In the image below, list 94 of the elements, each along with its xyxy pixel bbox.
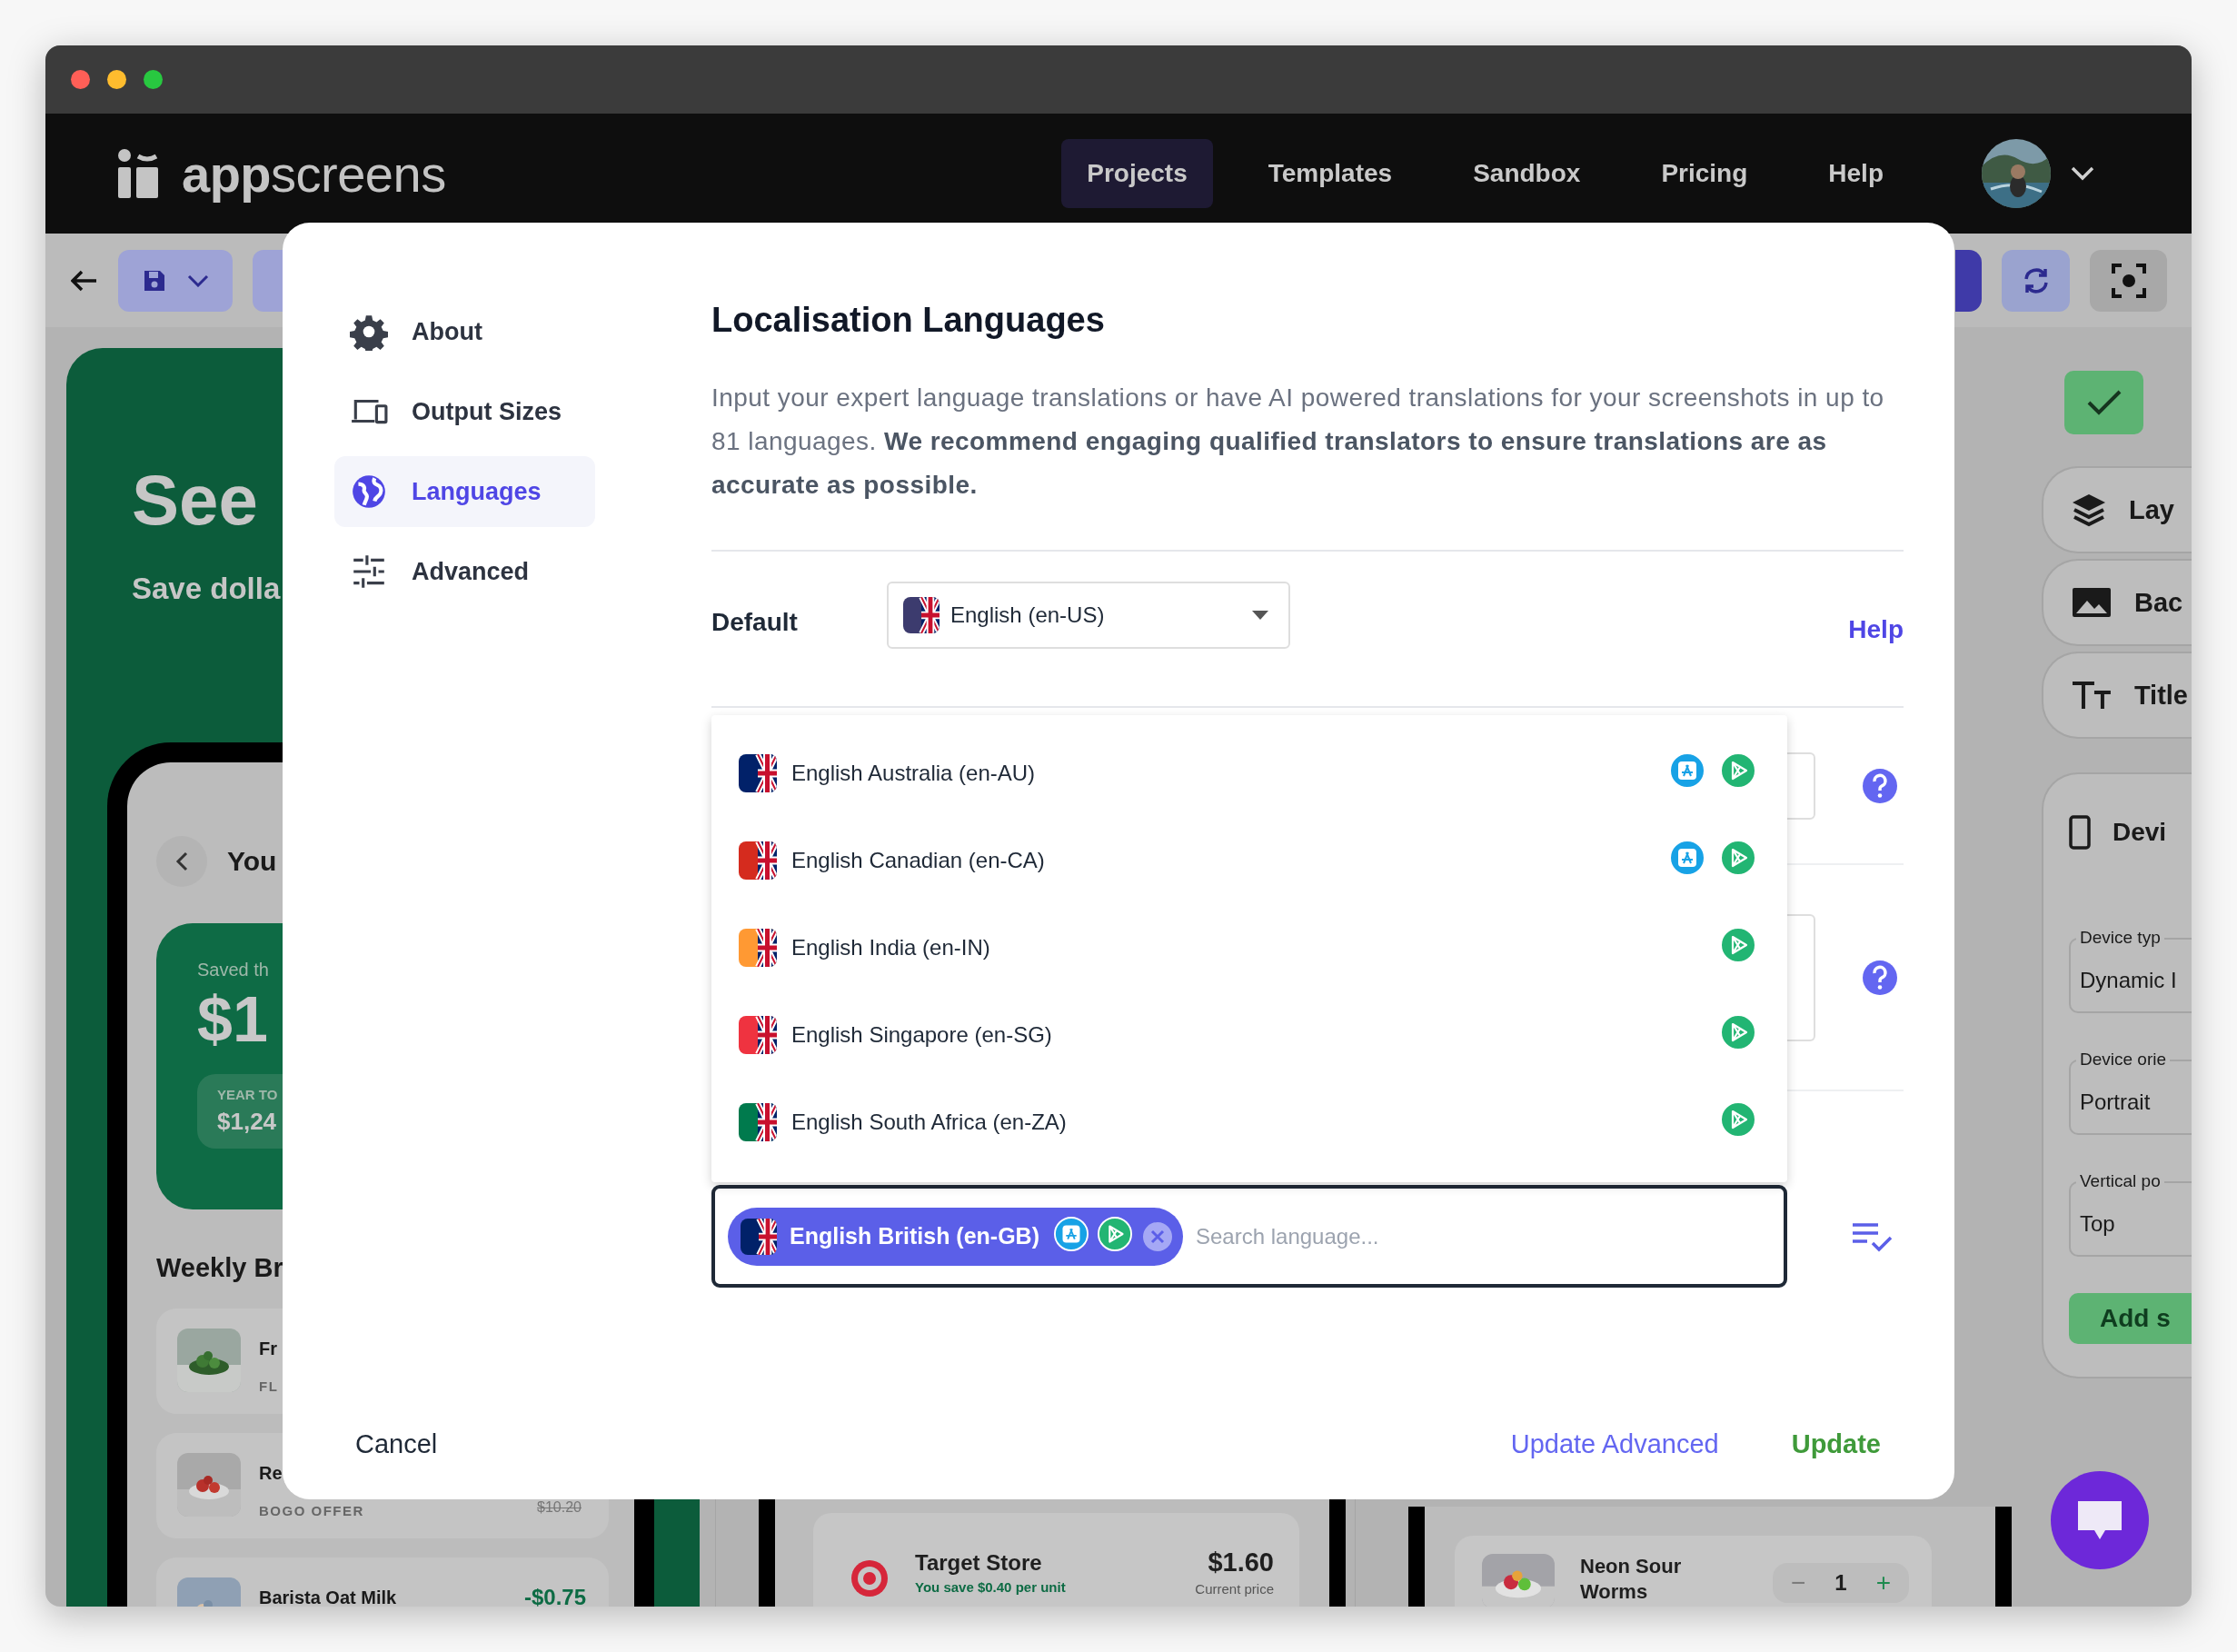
settings-menu-item[interactable]: About <box>334 296 595 367</box>
settings-menu-item[interactable]: Advanced <box>334 536 595 607</box>
deal-tag: FL <box>259 1379 609 1394</box>
year-amount: $1,24 <box>217 1108 278 1136</box>
price: $1.60 <box>1207 1548 1274 1577</box>
deal-price: -$0.75 <box>523 1588 586 1607</box>
app-store-icon <box>1669 752 1705 789</box>
nav-link[interactable]: Help <box>1803 139 1909 208</box>
savings-text: You save $0.40 per unit <box>915 1579 1066 1595</box>
year-label: YEAR TO <box>217 1087 279 1102</box>
product-name: Neon Sour Worms <box>1580 1554 1683 1605</box>
description: Input your expert language translations or have AI powered translations for your screenshots in up to 81 languages. We recommend engaging qualified translators to ensure translations are as accurate as possible. <box>711 383 1885 501</box>
play-store-icon <box>1720 927 1756 963</box>
sidebar-tab[interactable]: Title <box>2042 652 2192 739</box>
update-button[interactable]: Update <box>1791 1429 1881 1459</box>
language-search-field[interactable]: English British (en-GB) Search language... <box>711 1185 1787 1288</box>
help-icon[interactable] <box>1862 959 1898 996</box>
close-window-button[interactable] <box>71 70 90 89</box>
tab-label: Title <box>2133 680 2188 711</box>
text-size-icon <box>2071 680 2113 711</box>
section-title: Weekly Br <box>156 1253 284 1283</box>
play-store-icon <box>1720 840 1756 876</box>
select-field[interactable]: Vertical po Top <box>2069 1170 2192 1257</box>
settings-menu-item[interactable]: Output Sizes <box>334 376 595 447</box>
tab-label: Lay <box>2129 494 2174 525</box>
nav-link[interactable]: Sandbox <box>1447 139 1606 208</box>
settings-menu-item[interactable]: Languages <box>334 456 595 527</box>
select-field[interactable]: Device orie Portrait <box>2069 1049 2192 1135</box>
help-link[interactable]: Help <box>1848 615 1904 644</box>
panel-title: Devi <box>2113 818 2167 847</box>
sidebar-tab[interactable]: Bac <box>2042 559 2192 646</box>
dialog-title: Localisation Languages <box>711 300 1106 341</box>
language-option[interactable]: English India (en-IN) <box>711 904 1787 991</box>
layers-icon <box>2071 493 2107 527</box>
old-price: $10.20 <box>537 1500 582 1515</box>
focus-button[interactable] <box>2090 249 2167 312</box>
focus-icon <box>2111 263 2146 298</box>
chevron-left-icon <box>175 851 188 871</box>
savings-amount: $1 <box>197 988 269 1051</box>
app-store-icon <box>1669 840 1705 876</box>
save-button[interactable] <box>118 249 233 312</box>
hero-subtitle: Save dolla <box>132 572 281 606</box>
toolbar-button[interactable] <box>1955 249 1982 312</box>
chevron-down-icon[interactable] <box>2071 166 2094 181</box>
language-option[interactable]: English Canadian (en-CA) <box>711 817 1787 904</box>
refresh-button[interactable] <box>2002 249 2070 312</box>
play-store-icon <box>1720 1101 1756 1138</box>
play-store-icon <box>1720 752 1756 789</box>
globe-icon <box>350 473 388 511</box>
app-store-icon <box>1054 1216 1089 1251</box>
list-check-icon[interactable] <box>1851 1220 1893 1252</box>
deal-name: Barista Oat Milk <box>259 1588 398 1607</box>
sidebar-tab[interactable]: Lay <box>2042 466 2192 553</box>
language-option[interactable]: English South Africa (en-ZA) <box>711 1079 1787 1166</box>
language-option[interactable]: English Australia (en-AU) <box>711 730 1787 817</box>
nav-link[interactable]: Templates <box>1242 139 1418 208</box>
target-icon <box>850 1558 890 1598</box>
chevron-down-icon <box>187 274 209 287</box>
caret-icon <box>1252 611 1268 620</box>
screen-title: You <box>227 846 277 877</box>
play-store-icon <box>1098 1216 1132 1251</box>
default-language-select[interactable]: English (en-US) <box>887 582 1290 649</box>
minimize-window-button[interactable] <box>107 70 126 89</box>
select-field[interactable]: Device typ Dynamic I <box>2069 927 2192 1013</box>
language-chip[interactable]: English British (en-GB) <box>728 1207 1183 1266</box>
cancel-button[interactable]: Cancel <box>355 1429 438 1459</box>
phone-icon <box>2069 815 2091 850</box>
field-value: Portrait <box>2080 1090 2151 1114</box>
image-icon <box>2071 586 2113 619</box>
nav-link[interactable]: Projects <box>1061 139 1213 208</box>
deal-tag: BOGO OFFER <box>259 1504 520 1518</box>
hero-title: See <box>132 464 258 535</box>
play-store-icon <box>1720 1014 1756 1050</box>
zoom-window-button[interactable] <box>144 70 163 89</box>
update-advanced-button[interactable]: Update Advanced <box>1510 1429 1719 1459</box>
confirm-button[interactable] <box>2064 371 2143 434</box>
help-icon[interactable] <box>1862 767 1898 804</box>
check-icon <box>2085 389 2123 416</box>
add-button[interactable]: Add s <box>2069 1293 2192 1344</box>
gear-icon <box>350 313 388 351</box>
tab-label: Bac <box>2134 587 2183 618</box>
deal-name: Re <box>259 1464 283 1482</box>
store-name: Target Store <box>915 1550 1043 1576</box>
price-label: Current price <box>1195 1581 1274 1597</box>
nav-link[interactable]: Pricing <box>1635 139 1774 208</box>
language-option[interactable]: English Singapore (en-SG) <box>711 991 1787 1079</box>
savings-label: Saved th <box>197 960 270 980</box>
back-arrow-icon[interactable] <box>71 269 98 292</box>
field-value: Dynamic I <box>2080 968 2177 992</box>
deal-name: Fr <box>259 1339 278 1358</box>
logo-text: appscreens <box>182 144 446 204</box>
default-label: Default <box>711 608 799 637</box>
quantity: 1 <box>1834 1570 1847 1596</box>
field-value: Top <box>2080 1211 2115 1236</box>
